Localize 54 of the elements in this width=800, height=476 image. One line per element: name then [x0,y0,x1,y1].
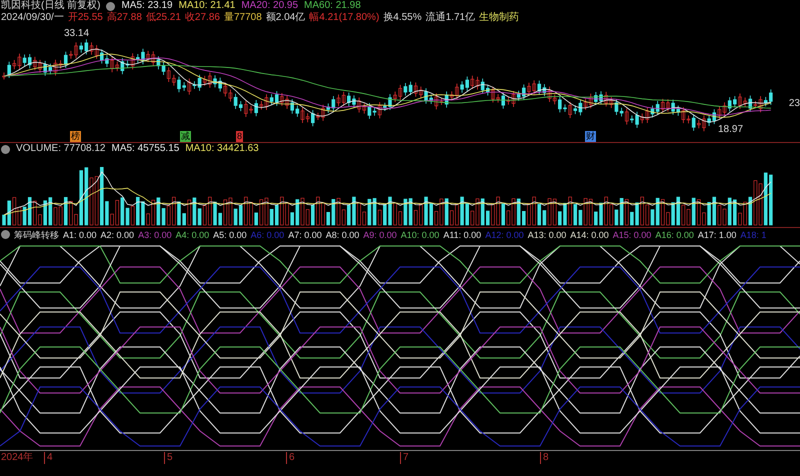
quote-value: 量77708 [224,12,262,24]
quote-value: 开25.55 [68,12,103,24]
ma-value: MA5: 45755.15 [112,143,180,155]
axis-label: 4 [44,452,53,464]
indicator-value: A4: 0.00 [176,228,210,240]
indicator-value: A13: 0.00 [528,228,566,240]
indicator-value: A17: 1.00 [698,228,736,240]
ma-value: MA20: 20.95 [241,0,298,12]
indicator-value: A15: 0.00 [612,228,652,240]
ma-value: MA5: 23.19 [121,0,173,12]
indicator-value: A11: 0.00 [443,228,482,240]
quote-value: 换4.55% [383,12,422,24]
axis-label: 8 [540,452,549,464]
quote-value: 高27.88 [106,12,142,24]
price-label: 23 [788,98,800,110]
indicator-value: A7: 0.00 [288,228,322,240]
indicator-value: A3: 0.00 [138,228,172,240]
toggle-icon[interactable] [1,144,10,154]
event-marker[interactable]: 财 [585,131,596,142]
price-label: 18.97 [718,124,744,136]
indicator-value: A1: 0.00 [63,228,97,240]
toggle-icon[interactable] [106,2,116,10]
quote-value: 流通1.71亿 [426,12,476,24]
axis-label: 7 [400,452,409,464]
event-marker[interactable]: 减 [180,131,191,142]
price-label: 33.14 [64,28,90,40]
indicator-value: A6: 0.00 [250,228,284,240]
indicator-value: A10: 0.00 [400,228,440,240]
volume-value: VOLUME: 77708.12 [16,143,106,155]
quote-value: 收27.86 [184,12,220,24]
indicator-value: A8: 0.00 [326,228,360,240]
indicator-title: 筹码峰转移 [14,228,59,240]
quote-value: 额2.04亿 [266,12,306,24]
axis-label: 5 [164,452,173,464]
axis-label: 2024年 [1,452,34,464]
indicator-value: A12: 0.00 [485,228,524,240]
ma-value: MA10: 21.41 [178,0,236,12]
indicator-value: A16: 0.00 [655,228,694,240]
sector-label: 生物制药 [479,12,520,24]
indicator-value: A2: 0.00 [100,228,134,240]
event-marker[interactable]: 8 [236,131,244,142]
stock-title: 凯因科技(日线 前复权) [1,0,100,12]
ma-value: MA60: 21.98 [304,0,361,12]
quote-value: 低25.21 [146,12,181,24]
indicator-value: A18: 1 [740,228,766,240]
indicator-value: A5: 0.00 [213,228,247,240]
indicator-value: A9: 0.00 [363,228,397,240]
toggle-icon[interactable] [1,230,10,239]
quote-value: 幅4.21(17.80%) [309,12,380,24]
axis-label: 6 [286,452,295,464]
event-marker[interactable]: 榜 [70,131,81,142]
indicator-value: A14: 0.00 [570,228,609,240]
date-label: 2024/09/30/一 [1,12,64,24]
ma-value: MA10: 34421.63 [185,143,259,155]
